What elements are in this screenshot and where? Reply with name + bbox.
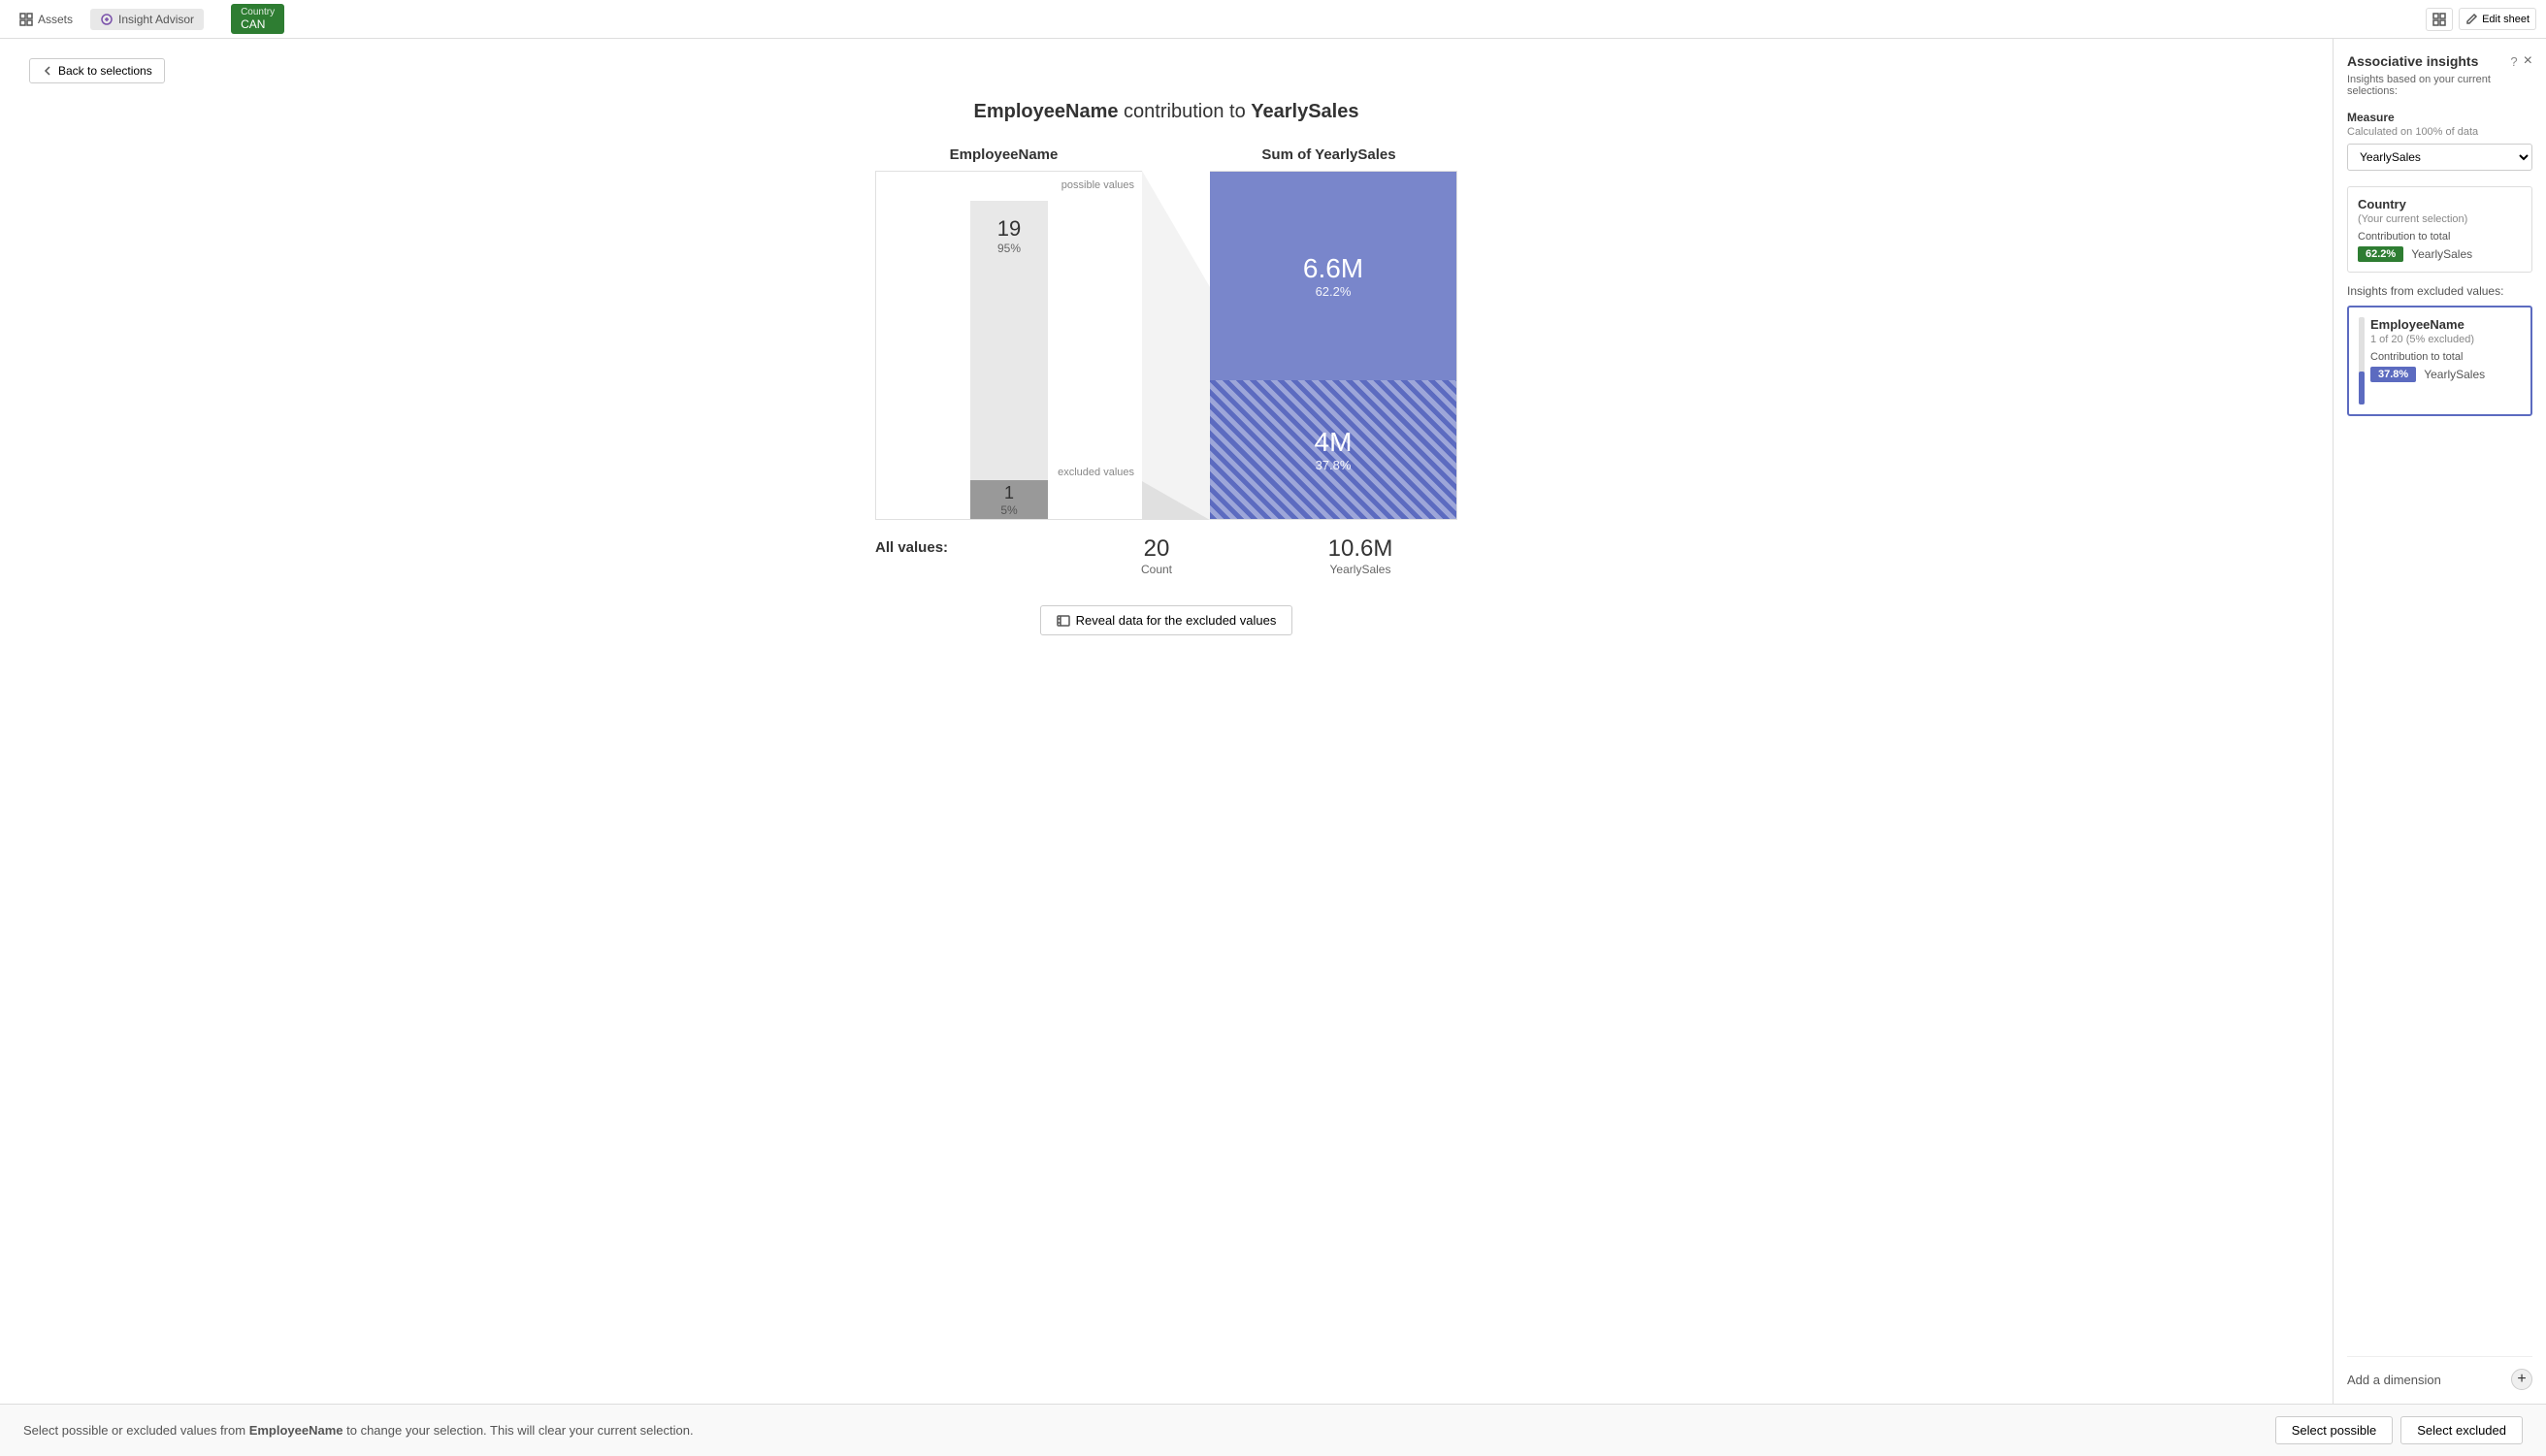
measure-title: Measure [2347,111,2532,124]
country-card: Country (Your current selection) Contrib… [2347,186,2532,273]
all-values-count: 20 Count [1060,535,1254,576]
chart-headers: EmployeeName Sum of YearlySales [875,146,1457,163]
employee-contrib-label: Contribution to total [2370,351,2485,363]
insight-advisor-label: Insight Advisor [118,13,194,26]
country-card-title: Country [2358,197,2522,211]
back-to-selections-button[interactable]: Back to selections [29,58,165,83]
title-part2: YearlySales [1251,101,1358,122]
left-chart: possible values 19 95% excluded values 1… [875,171,1142,520]
possible-pct: 95% [997,242,1021,255]
excluded-bar-left: 1 5% [970,480,1048,519]
employee-card-subtitle: 1 of 20 (5% excluded) [2370,334,2485,345]
reveal-button-label: Reveal data for the excluded values [1076,613,1277,628]
add-dimension-row: Add a dimension + [2347,1356,2532,1390]
employee-card-title: EmployeeName [2370,317,2485,332]
possible-bar: 19 95% [970,201,1048,480]
bottom-bar-actions: Select possible Select excluded [2275,1416,2523,1444]
excluded-values-label: excluded values [1058,467,1134,478]
panel-title-text: Associative insights [2347,53,2478,69]
excluded-count: 1 [1004,483,1014,503]
excluded-sales: 4M [1315,427,1353,458]
all-values-row: All values: 20 Count 10.6M YearlySales [875,535,1457,576]
employee-card-content: EmployeeName 1 of 20 (5% excluded) Contr… [2370,317,2485,404]
right-panel: Associative insights ? × Insights based … [2333,39,2546,1404]
select-excluded-label: Select excluded [2417,1423,2506,1438]
insights-excluded-title: Insights from excluded values: [2347,284,2532,298]
chart-container: EmployeeName Sum of YearlySales possible… [29,146,2303,635]
assets-tab[interactable]: Assets [10,9,82,30]
panel-close-button[interactable]: × [2524,52,2532,70]
topbar: Assets Insight Advisor Country CAN Edit … [0,0,2546,39]
bottom-bar-text: Select possible or excluded values from … [23,1423,2260,1438]
measure-dropdown[interactable]: YearlySales [2347,144,2532,171]
select-excluded-button[interactable]: Select excluded [2400,1416,2523,1444]
back-button-label: Back to selections [58,64,152,78]
main-content: Back to selections EmployeeName contribu… [0,39,2333,1404]
grid-view-button[interactable] [2426,8,2453,31]
middle-area [1142,171,1210,520]
possible-count: 19 [997,216,1021,242]
select-possible-button[interactable]: Select possible [2275,1416,2393,1444]
excluded-bar-indicator [2359,317,2365,404]
employee-card: EmployeeName 1 of 20 (5% excluded) Contr… [2347,306,2532,416]
right-chart: 6.6M 62.2% 4M 37.8% [1210,171,1457,520]
possible-sales: 6.6M [1303,253,1363,284]
employee-card-inner: EmployeeName 1 of 20 (5% excluded) Contr… [2359,317,2521,404]
reveal-excluded-button[interactable]: Reveal data for the excluded values [1040,605,1293,635]
all-values-count-num: 20 [1060,535,1254,563]
selection-badge[interactable]: Country CAN [231,4,284,34]
panel-subtitle: Insights based on your current selection… [2347,74,2532,97]
employee-badge: 37.8% [2370,367,2416,382]
right-bar-excluded: 4M 37.8% [1210,380,1456,519]
edit-sheet-button[interactable]: Edit sheet [2459,8,2536,30]
insight-advisor-tab[interactable]: Insight Advisor [90,9,204,30]
bottom-text-prefix: Select possible or excluded values from [23,1423,249,1438]
title-part1: EmployeeName [974,101,1119,122]
employee-measure: YearlySales [2424,368,2485,381]
panel-help-button[interactable]: ? [2510,52,2517,70]
excluded-sales-pct: 37.8% [1316,458,1352,472]
all-values-label: All values: [875,539,972,556]
edit-sheet-label: Edit sheet [2482,14,2530,25]
country-card-subtitle: (Your current selection) [2358,213,2522,225]
measure-sub: Calculated on 100% of data [2347,126,2532,138]
all-values-count-label: Count [1060,563,1254,576]
excluded-pct: 5% [1000,503,1017,517]
country-card-measure: 62.2% YearlySales [2358,246,2522,262]
select-possible-label: Select possible [2292,1423,2376,1438]
bottom-field-name: EmployeeName [249,1423,343,1438]
left-chart-header: EmployeeName [875,146,1132,163]
chart-body: possible values 19 95% excluded values 1… [875,171,1457,520]
add-dimension-label: Add a dimension [2347,1373,2441,1387]
topbar-icons: Edit sheet [2426,8,2536,31]
possible-sales-pct: 62.2% [1316,284,1352,299]
title-middle: contribution to [1119,101,1252,122]
all-values-sales-num: 10.6M [1263,535,1457,563]
panel-title-row: Associative insights ? × [2347,52,2532,70]
add-dimension-button[interactable]: + [2511,1369,2532,1390]
bottom-text-suffix: to change your selection. This will clea… [343,1423,694,1438]
layout: Back to selections EmployeeName contribu… [0,39,2546,1404]
right-chart-header: Sum of YearlySales [1200,146,1457,163]
country-contrib-label: Contribution to total [2358,231,2522,243]
employee-card-measure: 37.8% YearlySales [2370,367,2485,382]
selection-area: Country CAN [231,4,284,34]
excluded-bar-fill [2359,372,2365,404]
all-values-sales-label: YearlySales [1263,563,1457,576]
bottom-bar: Select possible or excluded values from … [0,1404,2546,1456]
selection-field: Country [241,7,275,17]
all-values-sales: 10.6M YearlySales [1263,535,1457,576]
country-measure: YearlySales [2411,247,2472,261]
page-title: EmployeeName contribution to YearlySales [29,101,2303,123]
assets-label: Assets [38,13,73,26]
selection-value: CAN [241,17,265,31]
country-badge: 62.2% [2358,246,2403,262]
right-bar-possible: 6.6M 62.2% [1210,172,1456,380]
possible-values-label: possible values [1061,179,1134,191]
